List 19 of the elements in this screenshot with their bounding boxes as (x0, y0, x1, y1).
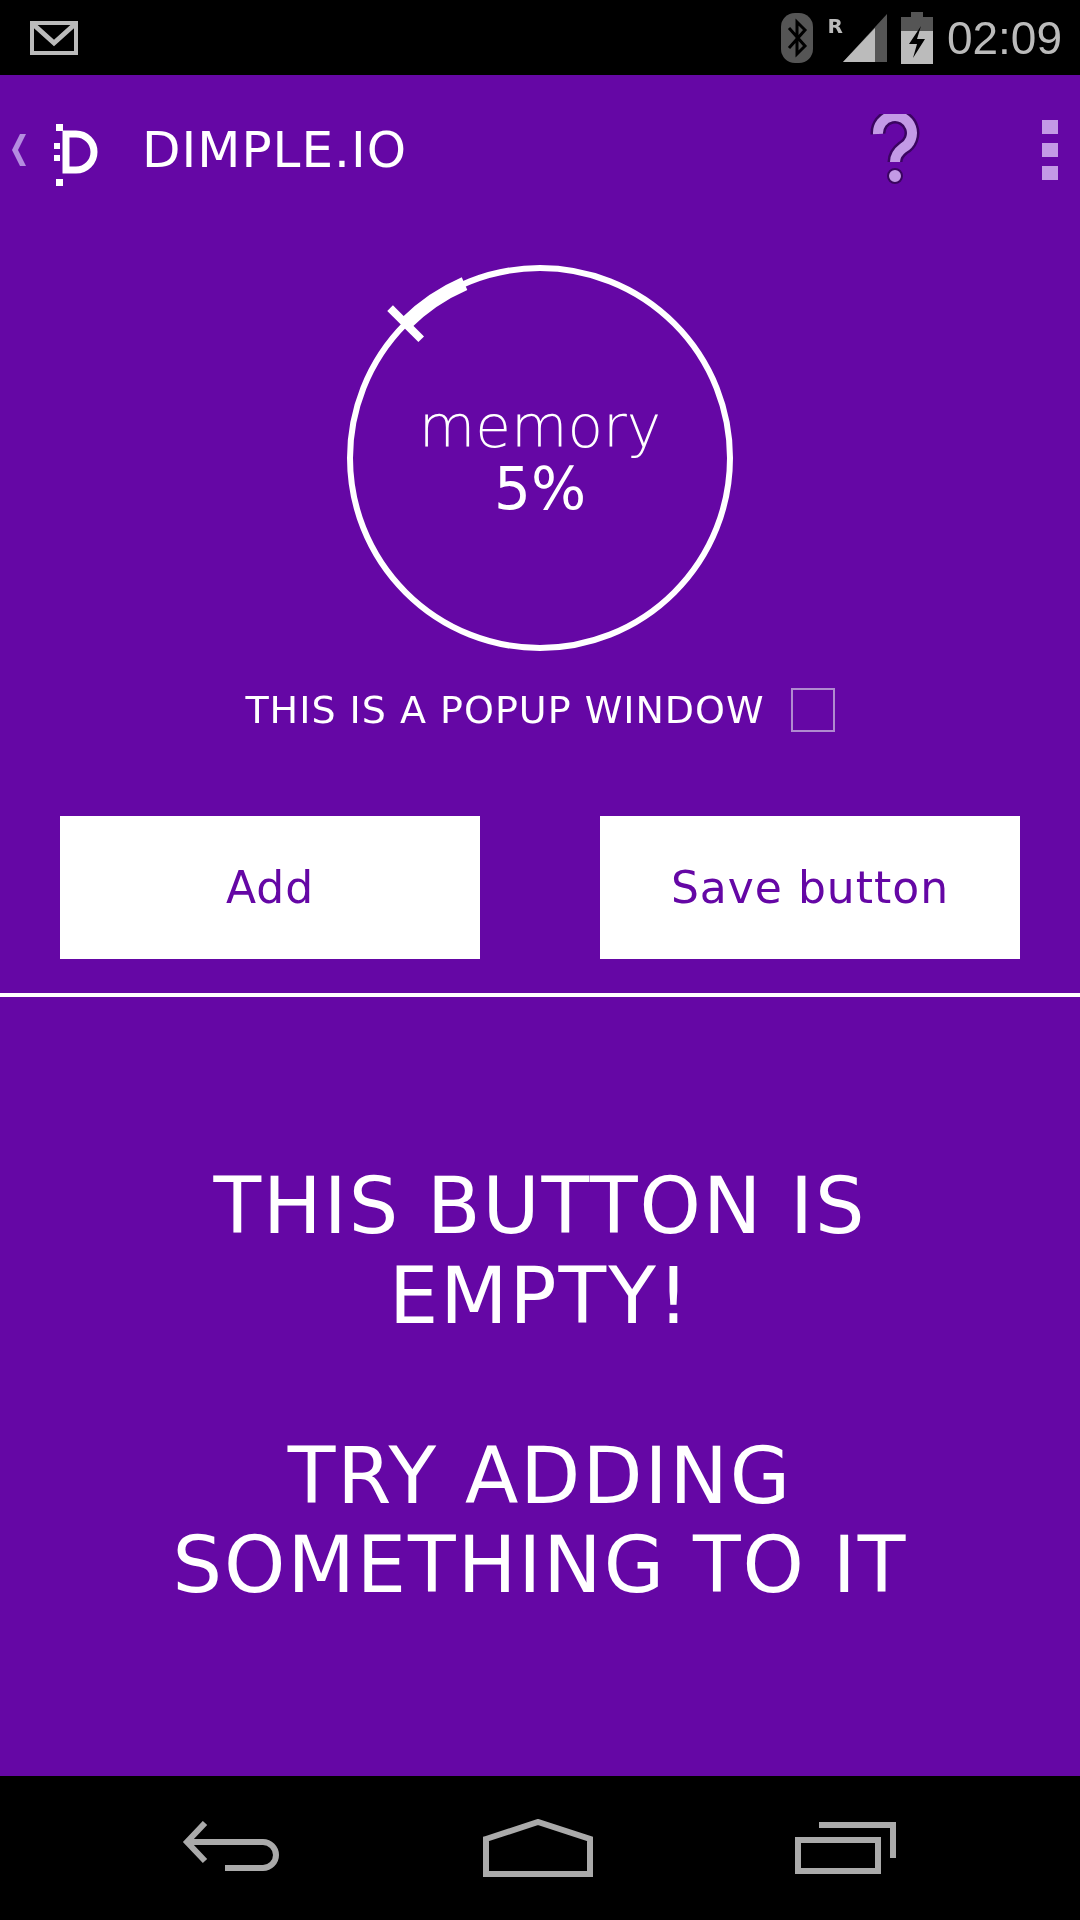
bluetooth-icon (781, 12, 814, 63)
app-title: DIMPLE.IO (142, 121, 408, 179)
recent-apps-icon[interactable] (795, 1822, 899, 1874)
gauge-label: memory (418, 398, 662, 456)
roaming-indicator: R (827, 14, 843, 38)
mail-icon (30, 20, 78, 55)
popup-option-label: THIS IS A POPUP WINDOW (245, 688, 765, 732)
add-button[interactable]: Add (60, 816, 480, 959)
battery-icon (900, 11, 933, 64)
overflow-menu-icon[interactable] (1040, 118, 1060, 182)
clock-time: 02:09 (946, 10, 1062, 65)
signal-icon (842, 13, 887, 62)
help-icon[interactable] (870, 114, 920, 186)
save-button[interactable]: Save button (600, 816, 1020, 959)
gauge-reading: 5% (494, 460, 586, 518)
checkbox[interactable] (790, 688, 835, 732)
empty-message: TRY ADDING SOMETHING TO IT (171, 1431, 909, 1611)
home-icon[interactable] (483, 1819, 593, 1877)
empty-message: THIS BUTTON IS EMPTY! (212, 1162, 868, 1342)
